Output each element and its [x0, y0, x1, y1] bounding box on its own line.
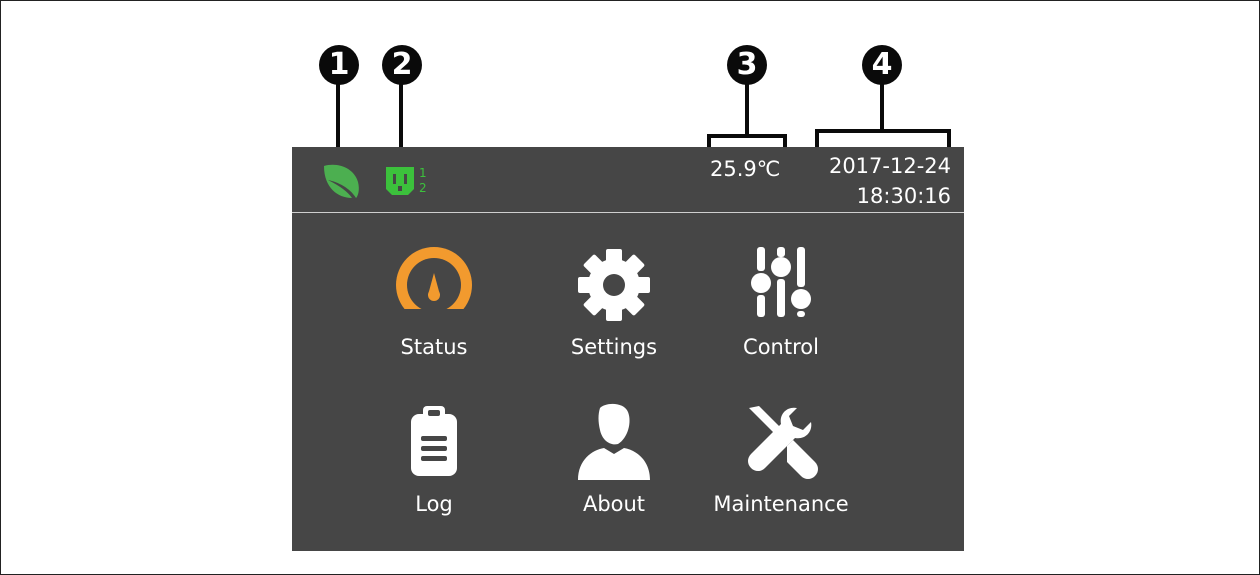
callout-1-number: 1 [328, 47, 350, 82]
tools-icon [748, 406, 818, 479]
menu-item-log[interactable]: Log [349, 402, 519, 532]
menu-item-maintenance[interactable]: Maintenance [696, 402, 866, 532]
callout-1-leader [336, 84, 340, 156]
sliders-icon [751, 247, 811, 317]
clipboard-icon [411, 406, 457, 476]
temperature-readout: 25.9℃ [710, 157, 781, 181]
menu-label-maintenance: Maintenance [713, 492, 849, 516]
power-outlet-icon [386, 167, 414, 195]
callout-3-bracket-top [707, 134, 787, 138]
callout-1-badge: 1 [319, 45, 359, 85]
time-readout: 18:30:16 [856, 184, 951, 208]
status-bar: 1 2 25.9℃ 2017-12-24 18:30:16 [292, 147, 964, 212]
callout-2-leader [399, 84, 403, 156]
callout-3-number: 3 [736, 47, 758, 82]
menu-item-about[interactable]: About [529, 402, 699, 532]
callout-2-number: 2 [391, 47, 413, 82]
callout-3-leader [745, 84, 749, 136]
status-divider [292, 212, 964, 213]
gauge-icon [392, 247, 476, 327]
device-screen: 1 2 25.9℃ 2017-12-24 18:30:16 Status Set… [292, 147, 964, 551]
callout-4-leader [880, 84, 884, 132]
menu-label-control: Control [743, 335, 819, 359]
leaf-icon [324, 164, 359, 198]
callout-4-bracket-top [815, 129, 951, 133]
menu-label-about: About [582, 492, 646, 516]
callout-4-number: 4 [871, 47, 893, 82]
callout-2-badge: 2 [382, 45, 422, 85]
gear-icon [578, 249, 650, 321]
outlet-number-1: 1 [419, 166, 427, 180]
menu-item-settings[interactable]: Settings [529, 245, 699, 375]
person-icon [578, 403, 650, 480]
callout-3-badge: 3 [727, 45, 767, 85]
menu-label-status: Status [400, 335, 468, 359]
date-readout: 2017-12-24 [828, 154, 951, 178]
outlet-number-2: 2 [419, 181, 427, 195]
menu-item-control[interactable]: Control [696, 245, 866, 375]
callout-4-badge: 4 [862, 45, 902, 85]
menu-label-settings: Settings [570, 335, 658, 359]
menu-item-status[interactable]: Status [349, 245, 519, 375]
menu-label-log: Log [415, 492, 453, 516]
